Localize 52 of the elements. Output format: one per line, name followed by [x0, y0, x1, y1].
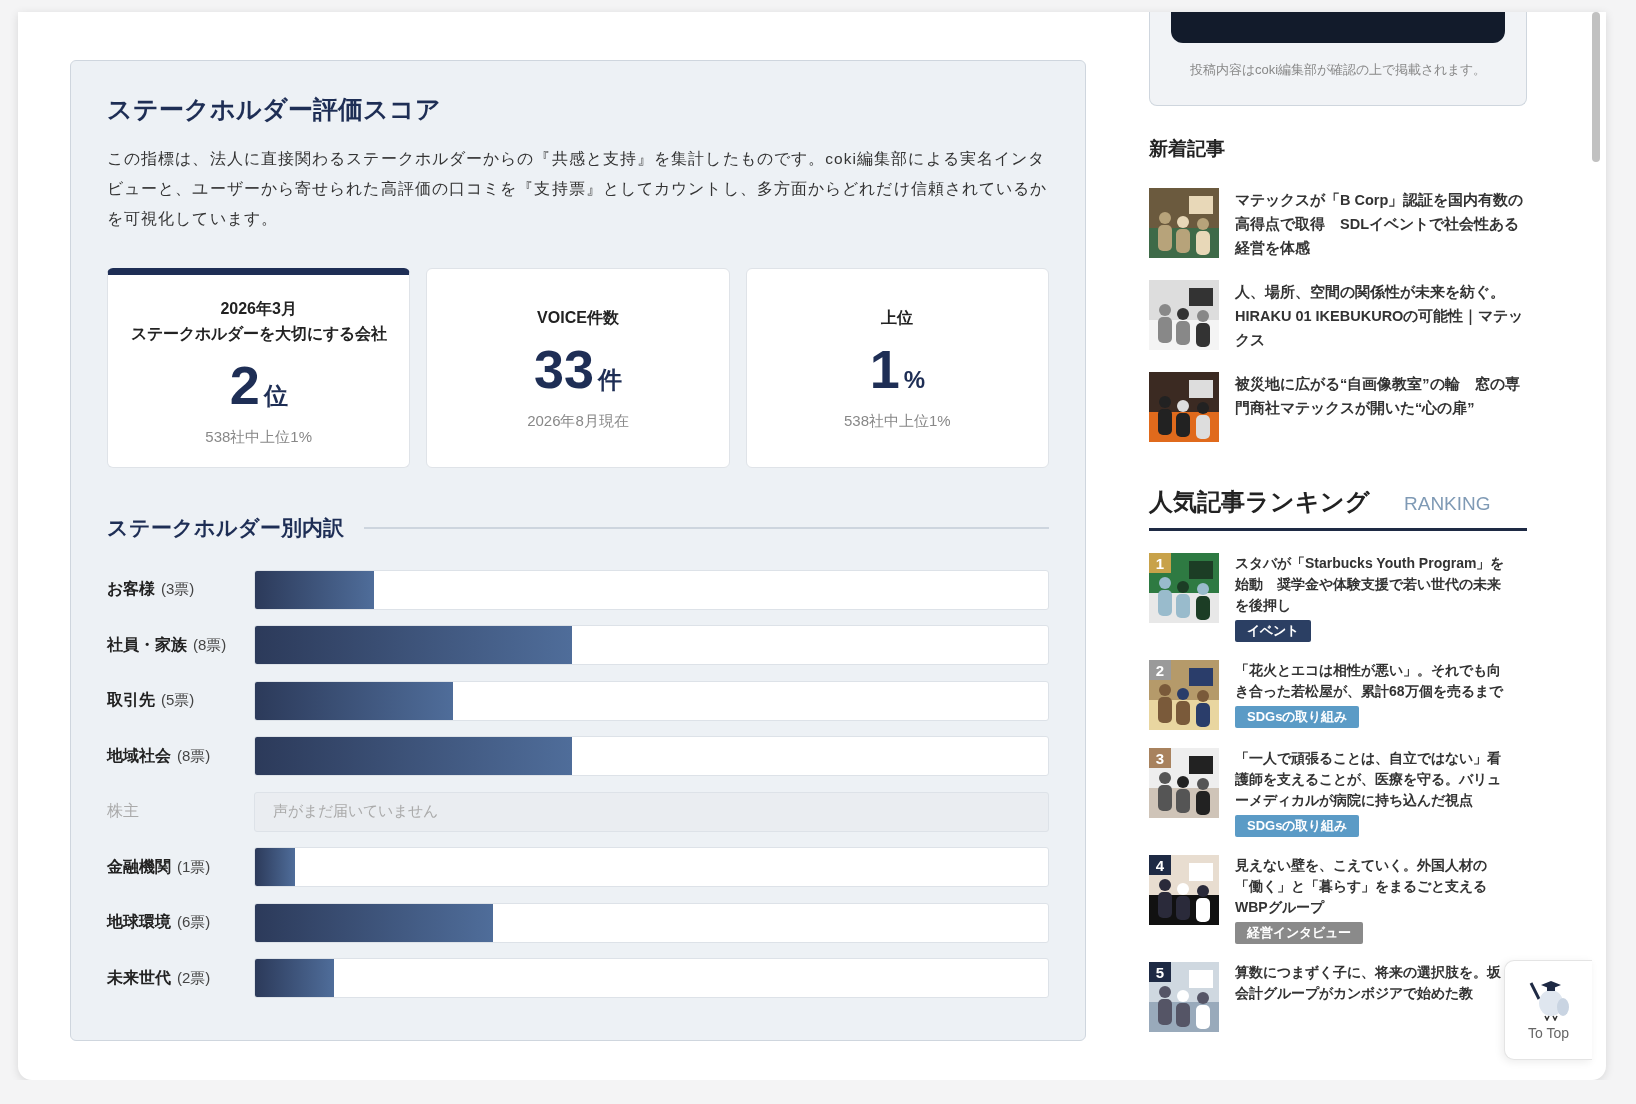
rank-badge: 5: [1149, 962, 1171, 982]
stakeholder-name: 株主: [107, 802, 139, 820]
vote-count: (3票): [161, 580, 195, 598]
stat-value: 33: [533, 338, 595, 400]
article-link[interactable]: スタバが「Starbucks Youth Program」を始動 奨学金や体験支援で若い世代の未来を後押し: [1235, 553, 1507, 616]
article-link[interactable]: マテックスが「B Corp」認証を国内有数の高得点で取得 SDLイベントで社会性ある経営を体感: [1235, 188, 1527, 260]
new-articles-title: 新着記事: [1149, 137, 1226, 161]
stat-unit: 位: [263, 380, 288, 411]
rank-badge: 3: [1149, 748, 1171, 768]
ranking-title: 人気記事ランキング: [1149, 487, 1370, 517]
empty-message: 声がまだ届いていません: [273, 802, 438, 822]
score-description: この指標は、法人に直接関わるステークホルダーからの『共感と支持』を集計したものです。coki編集部による実名インタビューと、ユーザーから寄せられた高評価の口コミを『支持票』としてカウントし、多方面からどれだけ信頼されているかを可視化しています。: [107, 149, 1049, 229]
vote-count: (8票): [193, 635, 227, 653]
stat-value: 1: [869, 338, 900, 400]
stakeholder-name: 地球環境: [107, 913, 171, 931]
article-link[interactable]: 被災地に広がる“自画像教室”の輪 窓の専門商社マテックスが開いた“心の扉”: [1235, 372, 1527, 420]
article-link[interactable]: 「花火とエコは相性が悪い」。それでも向き合った若松屋が、累計68万個を売るまで: [1235, 660, 1507, 702]
to-top-button[interactable]: To Top: [1504, 960, 1592, 1060]
stat-note: 2026年8月現在: [527, 412, 629, 431]
stat-unit: 件: [598, 365, 623, 395]
stakeholder-name: 取引先: [107, 691, 155, 709]
rank-badge: 2: [1149, 660, 1171, 680]
stat-value: 2: [229, 353, 260, 416]
article-link[interactable]: 人、場所、空間の関係性が未来を紡ぐ。HIRAKU 01 IKEBUKUROの可能性｜マテックス: [1235, 280, 1527, 352]
vote-count: (6票): [177, 913, 211, 931]
stakeholder-name: 金融機関: [107, 857, 171, 875]
article-link[interactable]: 算数につまずく子に、将来の選択肢を。坂会計グループがカンボジアで始めた教: [1235, 962, 1507, 1004]
ranking-label: RANKING: [1404, 493, 1491, 515]
article-link[interactable]: 見えない壁を、こえていく。外国人材の「働く」と「暮らす」をまるごと支えるWBPグループ: [1235, 855, 1507, 918]
stakeholder-name: 社員・家族: [107, 635, 187, 653]
post-button[interactable]: [1171, 12, 1505, 43]
stakeholder-name: 未来世代: [107, 968, 171, 986]
vote-count: (5票): [161, 691, 195, 709]
score-title: ステークホルダー評価スコア: [107, 94, 442, 125]
stat-label: 2026年3月 ステークホルダーを大切にする会社: [130, 298, 387, 344]
stakeholder-name: お客様: [107, 580, 155, 598]
vote-count: (1票): [177, 857, 211, 875]
stakeholder-name: 地域社会: [107, 746, 171, 764]
stat-note: 538社中上位1%: [205, 427, 312, 447]
rank-badge: 1: [1149, 553, 1171, 573]
stat-note: 538社中上位1%: [843, 412, 951, 431]
stat-label: VOICE件数: [537, 308, 619, 328]
scrollbar[interactable]: [1592, 12, 1600, 162]
section-title: ステークホルダー別内訳: [107, 515, 344, 541]
stat-unit: %: [903, 366, 925, 394]
article-link[interactable]: 「一人で頑張ることは、自立ではない」看護師を支えることが、医療を守る。バリューメディカルが病院に持ち込んだ視点: [1235, 748, 1507, 811]
vote-count: (8票): [177, 746, 211, 764]
post-note: 投稿内容はcoki編集部が確認の上で掲載されます。: [1189, 61, 1487, 79]
vote-count: (2票): [177, 968, 211, 986]
category-tag[interactable]: イベント: [1235, 620, 1311, 642]
rank-badge: 4: [1149, 855, 1171, 875]
stat-label: 上位: [881, 308, 914, 328]
